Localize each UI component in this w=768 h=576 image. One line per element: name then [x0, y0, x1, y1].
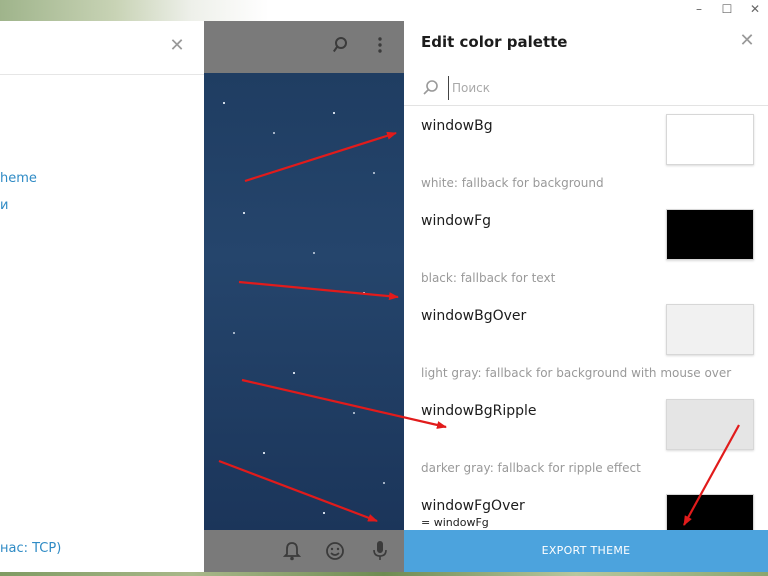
chat-input-bar — [204, 530, 404, 572]
color-name: windowFgOver — [421, 498, 525, 514]
search-icon[interactable] — [332, 36, 352, 59]
color-fallback: = windowFg — [421, 516, 489, 529]
color-description: light gray: fallback for background with… — [421, 366, 732, 380]
color-swatch[interactable] — [666, 114, 754, 165]
color-swatch[interactable] — [666, 399, 754, 450]
color-name: windowFg — [421, 213, 492, 229]
color-description: black: fallback for text — [421, 271, 556, 285]
desktop-background-strip — [0, 572, 768, 576]
edit-color-palette-panel: Edit color palette ✕ windowBg white: fal… — [404, 21, 768, 572]
color-swatch[interactable] — [666, 304, 754, 355]
palette-search — [404, 73, 768, 106]
color-item-windowFgOver[interactable]: windowFgOver = windowFg — [404, 486, 768, 531]
emoji-icon[interactable] — [325, 541, 345, 566]
chat-header — [204, 21, 404, 73]
export-theme-button[interactable]: EXPORT THEME — [404, 530, 768, 572]
connection-status[interactable]: нас: TCP) — [0, 541, 61, 556]
palette-title: Edit color palette — [421, 33, 568, 51]
settings-link-item[interactable]: и — [0, 198, 8, 213]
search-input[interactable] — [448, 76, 754, 100]
color-item-windowBgOver[interactable]: windowBgOver light gray: fallback for ba… — [404, 296, 768, 391]
window-titlebar: – ☐ ✕ — [0, 0, 768, 21]
color-item-windowBg[interactable]: windowBg white: fallback for background — [404, 106, 768, 201]
window-controls: – ☐ ✕ — [692, 2, 762, 16]
minimize-button[interactable]: – — [692, 2, 706, 16]
color-item-windowBgRipple[interactable]: windowBgRipple darker gray: fallback for… — [404, 391, 768, 486]
color-name: windowBgRipple — [421, 403, 537, 419]
chat-background — [204, 73, 404, 530]
color-item-windowFg[interactable]: windowFg black: fallback for text — [404, 201, 768, 296]
color-description: darker gray: fallback for ripple effect — [421, 461, 641, 475]
color-list: windowBg white: fallback for background … — [404, 106, 768, 531]
bell-icon[interactable] — [282, 541, 302, 566]
more-vertical-icon[interactable] — [370, 36, 390, 59]
close-icon[interactable]: ✕ — [168, 37, 186, 55]
color-swatch[interactable] — [666, 209, 754, 260]
color-swatch[interactable] — [666, 494, 754, 531]
settings-header: ✕ — [0, 21, 204, 75]
maximize-button[interactable]: ☐ — [720, 2, 734, 16]
close-icon[interactable]: ✕ — [738, 32, 756, 50]
color-name: windowBgOver — [421, 308, 527, 324]
color-name: windowBg — [421, 118, 493, 134]
microphone-icon[interactable] — [370, 540, 390, 567]
close-window-button[interactable]: ✕ — [748, 2, 762, 16]
color-description: white: fallback for background — [421, 176, 604, 190]
settings-panel: ✕ heme и нас: TCP) — [0, 21, 204, 572]
settings-link-theme[interactable]: heme — [0, 171, 37, 186]
search-icon — [422, 79, 440, 97]
